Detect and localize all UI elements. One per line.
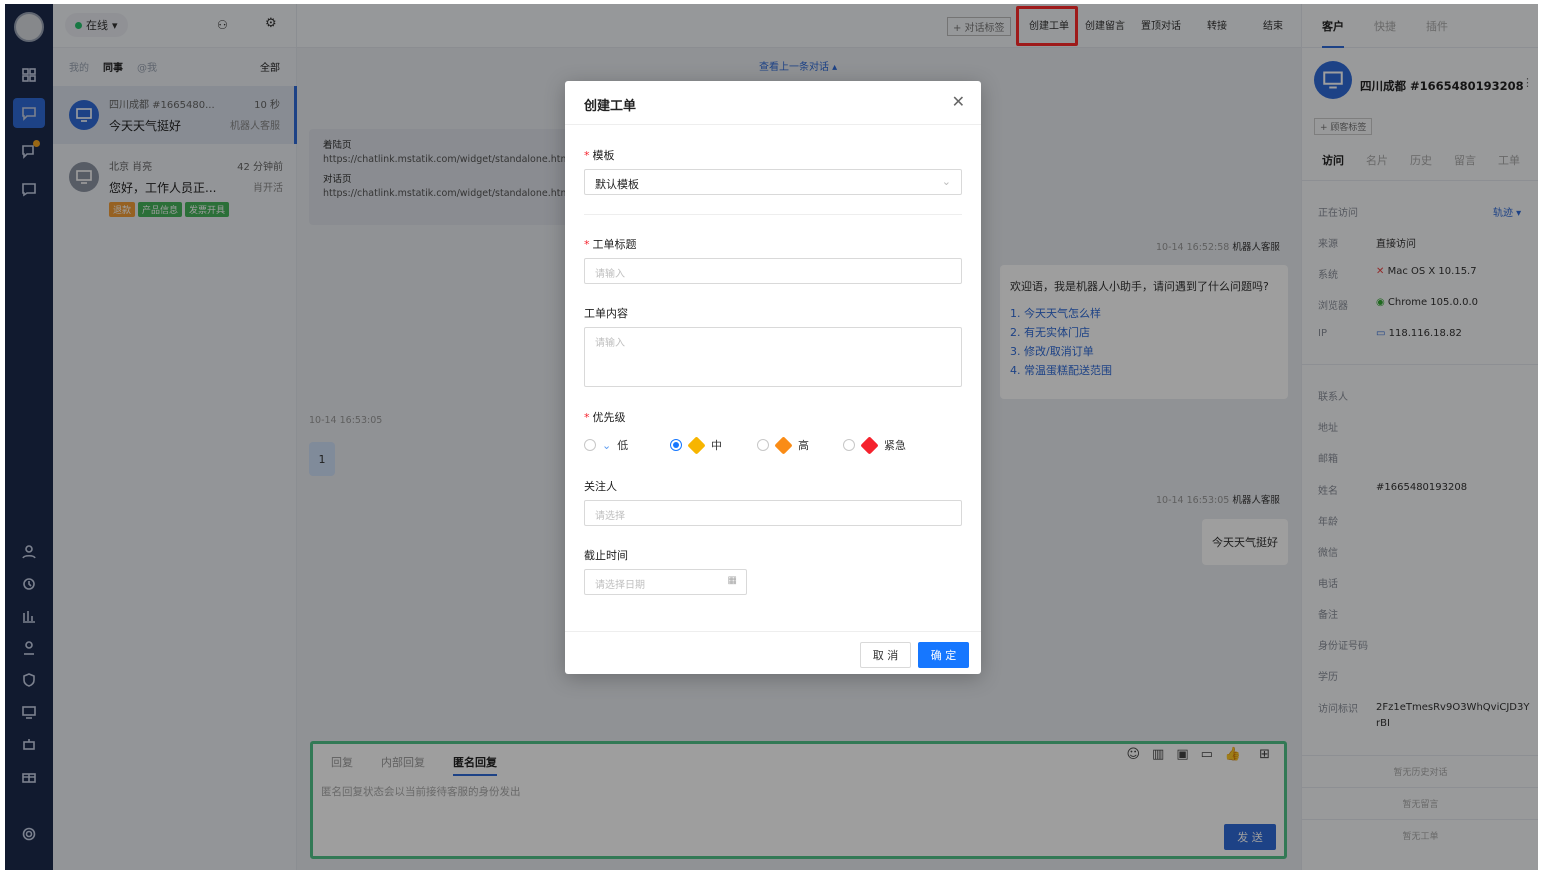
required-mark: * bbox=[584, 149, 590, 162]
priority-high-label: 高 bbox=[798, 439, 809, 452]
ticket-content-label: 工单内容 bbox=[584, 307, 628, 320]
low-priority-icon: ⌄ bbox=[602, 438, 612, 452]
priority-high-radio[interactable]: 高 bbox=[757, 435, 809, 455]
ticket-title-label-text: 工单标题 bbox=[592, 238, 637, 251]
priority-medium-label: 中 bbox=[711, 439, 722, 452]
priority-low-radio[interactable]: ⌄ 低 bbox=[584, 437, 628, 453]
priority-label: * 优先级 bbox=[584, 409, 626, 425]
radio-circle bbox=[757, 439, 769, 451]
medium-priority-icon bbox=[687, 435, 706, 455]
radio-circle-selected bbox=[670, 439, 682, 451]
ticket-title-label: * 工单标题 bbox=[584, 236, 637, 252]
high-priority-icon bbox=[774, 435, 793, 455]
cancel-button[interactable]: 取 消 bbox=[860, 642, 911, 668]
priority-urgent-radio[interactable]: 紧急 bbox=[843, 435, 906, 455]
priority-low-label: 低 bbox=[617, 439, 629, 452]
ticket-title-input[interactable]: 请输入 bbox=[584, 258, 962, 284]
priority-label-text: 优先级 bbox=[592, 411, 626, 424]
calendar-icon: ▦ bbox=[727, 575, 737, 586]
required-mark: * bbox=[584, 238, 590, 251]
template-value: 默认模板 bbox=[595, 178, 639, 191]
required-mark: * bbox=[584, 411, 590, 424]
deadline-placeholder: 请选择日期 bbox=[595, 580, 645, 591]
template-select[interactable]: 默认模板 ⌄ bbox=[584, 169, 962, 195]
deadline-label: 截止时间 bbox=[584, 549, 628, 562]
deadline-date-picker[interactable]: 请选择日期 ▦ bbox=[584, 569, 747, 595]
radio-circle bbox=[843, 439, 855, 451]
template-label: * 模板 bbox=[584, 147, 615, 163]
priority-urgent-label: 紧急 bbox=[884, 439, 906, 452]
chevron-down-icon: ⌄ bbox=[941, 175, 951, 188]
priority-medium-radio[interactable]: 中 bbox=[670, 435, 722, 455]
watcher-select[interactable]: 请选择 bbox=[584, 500, 962, 526]
close-icon[interactable]: ✕ bbox=[952, 92, 965, 111]
create-ticket-dialog: 创建工单 ✕ * 模板 默认模板 ⌄ * 工单标题 请输入 工单内容 请输入 * 优先级… bbox=[565, 81, 981, 674]
dialog-title: 创建工单 bbox=[584, 99, 637, 114]
urgent-priority-icon bbox=[860, 435, 879, 455]
confirm-button[interactable]: 确 定 bbox=[918, 642, 969, 668]
template-label-text: 模板 bbox=[592, 149, 615, 162]
radio-circle bbox=[584, 439, 596, 451]
watcher-label: 关注人 bbox=[584, 480, 617, 493]
ticket-content-textarea[interactable]: 请输入 bbox=[584, 327, 962, 387]
